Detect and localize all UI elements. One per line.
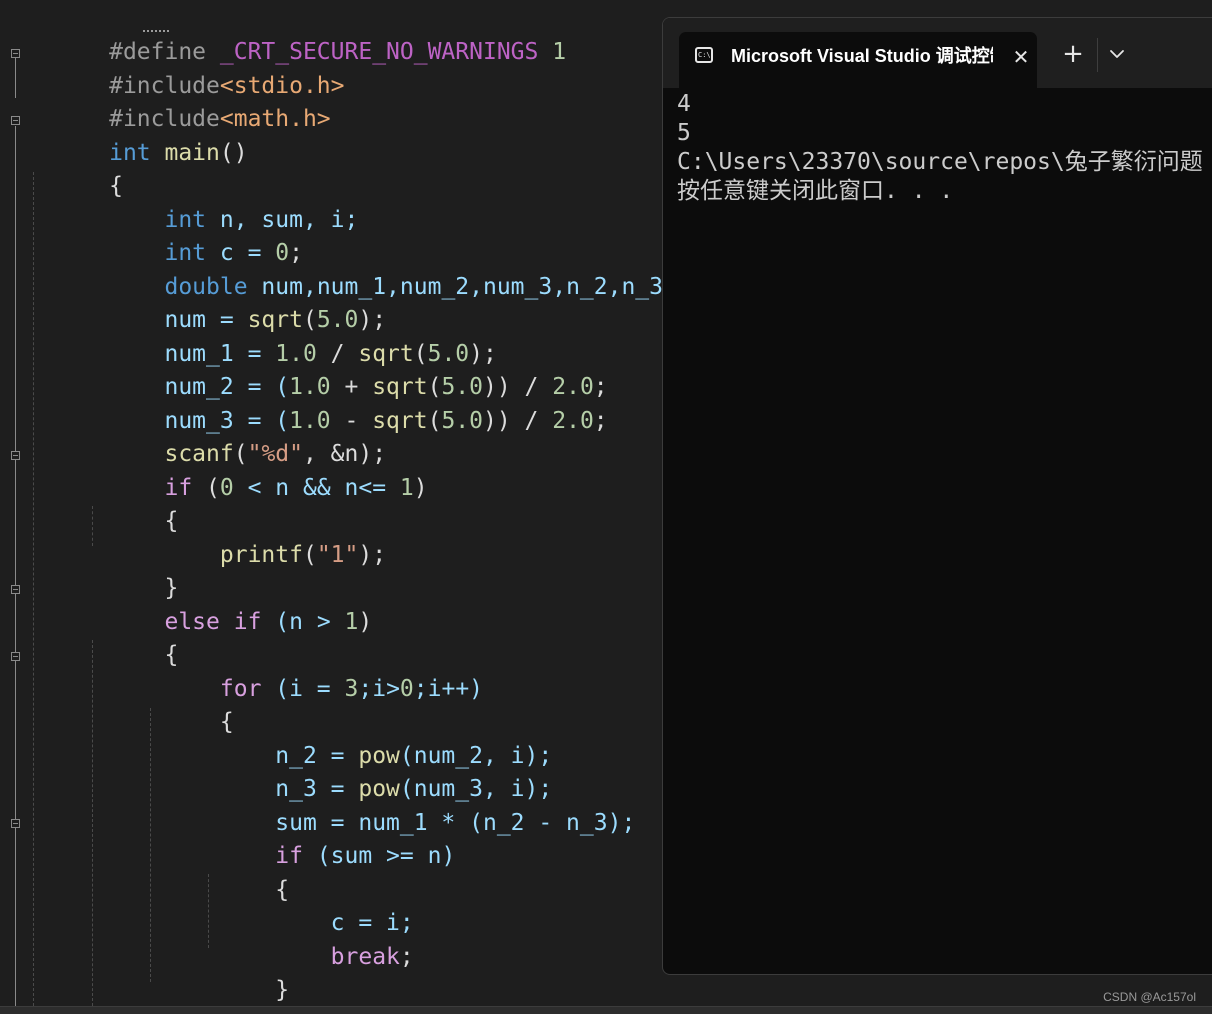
code-token: 1	[399, 475, 414, 501]
code-line: for (i = 3;i>0;i++)	[26, 640, 483, 702]
console-line: 5	[677, 120, 691, 146]
outline-line	[15, 126, 16, 1006]
screen: #define _CRT_SECURE_NO_WARNINGS 1 #inclu…	[0, 0, 1212, 1014]
code-token: 2.0	[552, 408, 594, 434]
fold-toggle-icon[interactable]	[11, 652, 20, 661]
code-token: (i =	[261, 676, 345, 702]
code-line: num_3 = (1.0 - sqrt(5.0)) / 2.0;	[26, 372, 607, 434]
code-line: int main()	[26, 104, 248, 166]
code-token: "1"	[316, 542, 359, 568]
console-line: 按任意键关闭此窗口. . .	[677, 178, 954, 204]
code-line: {	[26, 472, 178, 534]
code-token: < n && n<=	[233, 475, 400, 501]
code-line: {	[26, 606, 178, 668]
console-tab-title: Microsoft Visual Studio 调试控制台	[731, 46, 993, 66]
code-token: ;i>	[358, 676, 400, 702]
fold-toggle-icon[interactable]	[11, 49, 20, 58]
code-token: )) /	[483, 408, 553, 434]
fold-toggle-icon[interactable]	[11, 451, 20, 460]
code-line: else if (n > 1)	[26, 573, 372, 635]
code-token: )	[413, 475, 428, 501]
terminal-icon	[695, 47, 713, 63]
code-line: {	[26, 137, 123, 199]
code-line: printf("1");	[26, 506, 386, 568]
console-titlebar[interactable]: Microsoft Visual Studio 调试控制台 ✕ +	[663, 18, 1212, 90]
titlebar-divider	[1097, 38, 1098, 72]
code-token: main	[150, 140, 220, 166]
chevron-down-icon[interactable]	[1103, 40, 1131, 68]
code-line: n_3 = pow(num_3, i);	[26, 740, 552, 802]
code-token: (sum >= n)	[302, 843, 456, 869]
console-tab[interactable]: Microsoft Visual Studio 调试控制台 ✕	[679, 32, 1037, 90]
code-token: 3	[344, 676, 359, 702]
code-token: ;i++)	[413, 676, 484, 702]
code-line: c = i;	[26, 874, 414, 936]
code-token: ()	[219, 140, 248, 166]
debug-console-window[interactable]: Microsoft Visual Studio 调试控制台 ✕ + 4 5 C:…	[662, 17, 1212, 975]
code-line: }	[26, 539, 178, 601]
code-token: 1	[344, 609, 359, 635]
fold-toggle-icon[interactable]	[11, 116, 20, 125]
code-line: }	[26, 941, 289, 1003]
code-token: );	[358, 542, 387, 568]
code-token: 5.0	[441, 408, 483, 434]
code-line: int c = 0;	[26, 204, 303, 266]
code-token: break	[330, 944, 400, 970]
code-token: (	[427, 408, 442, 434]
code-token: ;	[399, 944, 414, 970]
code-line: sum = num_1 * (n_2 - n_3);	[26, 774, 635, 836]
code-token: 1	[538, 39, 567, 65]
code-line: #define _CRT_SECURE_NO_WARNINGS 1	[26, 3, 566, 65]
code-line: }	[26, 975, 234, 1014]
code-token: (	[302, 542, 317, 568]
code-line: #include<stdio.h>	[26, 37, 344, 99]
outline-line	[15, 58, 16, 98]
code-line: n_2 = pow(num_2, i);	[26, 707, 552, 769]
fold-toggle-icon[interactable]	[11, 585, 20, 594]
code-token: 0	[399, 676, 414, 702]
code-token: if	[233, 609, 262, 635]
code-line: {	[26, 673, 234, 735]
code-line: if (0 < n && n<= 1)	[26, 439, 427, 501]
code-token: 0	[219, 475, 234, 501]
fold-toggle-icon[interactable]	[11, 819, 20, 828]
code-token: ;	[593, 408, 608, 434]
code-line: {	[26, 841, 289, 903]
new-tab-button[interactable]: +	[1059, 39, 1087, 69]
code-token: printf	[219, 542, 303, 568]
code-line: double num,num_1,num_2,num_3,n_2,n_3;	[26, 238, 676, 300]
code-line: if (sum >= n)	[26, 807, 455, 869]
watermark: CSDN @Ac157ol	[1103, 990, 1196, 1004]
code-line: int n, sum, i;	[26, 171, 358, 233]
console-line: 4	[677, 91, 691, 117]
console-line: C:\Users\23370\source\repos\兔子繁衍问题	[677, 149, 1203, 175]
console-output[interactable]: 4 5 C:\Users\23370\source\repos\兔子繁衍问题 按…	[677, 90, 1212, 206]
code-line: num_2 = (1.0 + sqrt(5.0)) / 2.0;	[26, 338, 607, 400]
code-line: break;	[26, 908, 414, 970]
code-token: (n >	[261, 609, 345, 635]
code-line: num_1 = 1.0 / sqrt(5.0);	[26, 305, 496, 367]
code-line: num = sqrt(5.0);	[26, 271, 386, 333]
code-line: scanf("%d", &n);	[26, 405, 386, 467]
bottom-scrollbar[interactable]	[0, 1006, 1212, 1014]
code-token: (	[192, 475, 220, 501]
code-token: )	[358, 609, 373, 635]
close-tab-button[interactable]: ✕	[1009, 45, 1033, 69]
code-line: #include<math.h>	[26, 70, 331, 132]
